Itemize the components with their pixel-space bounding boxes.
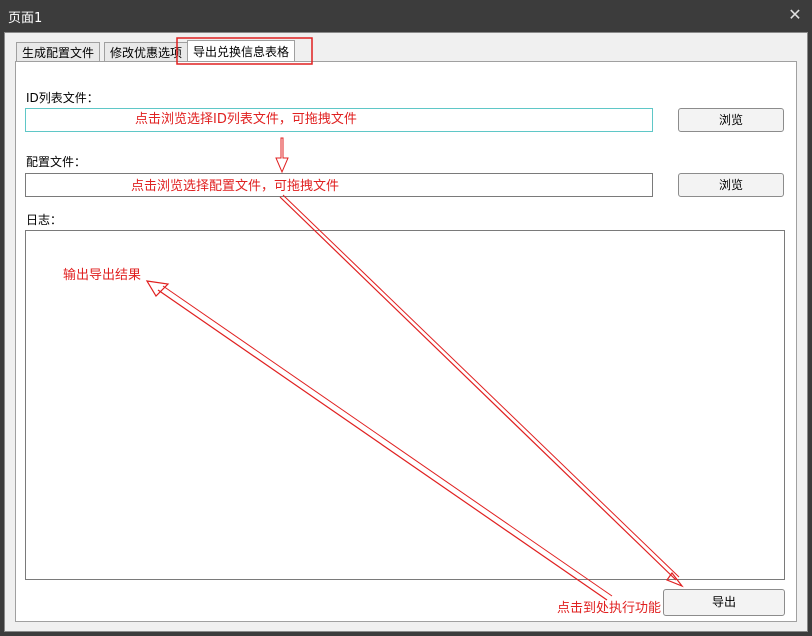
id-list-hint: 点击浏览选择ID列表文件，可拖拽文件 [135, 112, 357, 127]
annotation-overlay [145, 37, 684, 601]
arrowhead-icon [145, 280, 170, 297]
arrow-line-to-log [157, 289, 608, 601]
arrow-down-icon [275, 137, 289, 174]
arrowhead-icon [666, 571, 684, 588]
active-tab-highlight-box [176, 37, 313, 65]
arrow-line-to-export-2 [282, 194, 680, 578]
arrow-line-to-export [279, 196, 677, 581]
export-hint: 点击到处执行功能 [557, 601, 662, 616]
arrow-line-to-log-2 [162, 285, 613, 597]
log-hint: 输出导出结果 [63, 268, 142, 283]
config-hint: 点击浏览选择配置文件，可拖拽文件 [131, 179, 340, 194]
